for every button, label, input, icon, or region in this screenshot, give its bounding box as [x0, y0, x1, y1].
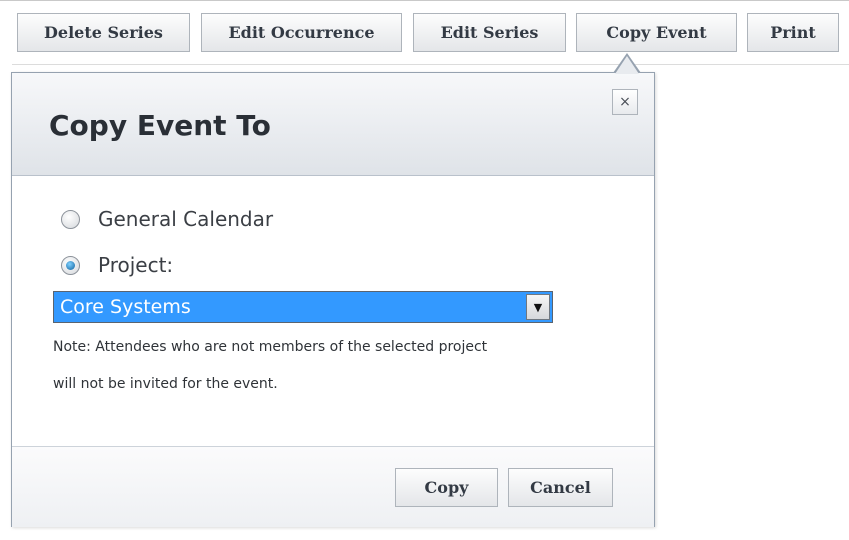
dialog-title: Copy Event To [49, 109, 271, 142]
dialog-footer: Copy Cancel [12, 446, 654, 527]
option-general-calendar[interactable]: General Calendar [61, 207, 273, 231]
option-label: General Calendar [98, 207, 274, 231]
copy-event-button[interactable]: Copy Event [576, 13, 737, 52]
option-project[interactable]: Project: [61, 253, 173, 277]
toolbar: Delete Series Edit Occurrence Edit Serie… [0, 0, 849, 69]
dialog-header: Copy Event To × [12, 73, 654, 176]
edit-series-button[interactable]: Edit Series [413, 13, 566, 52]
chevron-down-icon[interactable]: ▼ [526, 294, 550, 320]
copy-button[interactable]: Copy [395, 468, 498, 507]
note-line-1: Note: Attendees who are not members of t… [53, 339, 488, 355]
edit-occurrence-button[interactable]: Edit Occurrence [201, 13, 402, 52]
dialog-pointer-fill [615, 56, 639, 74]
project-select[interactable]: Core Systems ▼ [53, 291, 553, 323]
toolbar-divider [12, 64, 849, 65]
option-label: Project: [98, 253, 174, 277]
delete-series-button[interactable]: Delete Series [17, 13, 190, 52]
project-select-value: Core Systems [60, 296, 191, 318]
close-icon[interactable]: × [612, 89, 638, 115]
radio-project[interactable] [61, 255, 80, 275]
radio-general-calendar[interactable] [61, 209, 80, 229]
note-line-2: will not be invited for the event. [53, 376, 278, 392]
print-button[interactable]: Print [747, 13, 839, 52]
cancel-button[interactable]: Cancel [508, 468, 613, 507]
copy-event-dialog: Copy Event To × General Calendar Project… [11, 72, 655, 527]
